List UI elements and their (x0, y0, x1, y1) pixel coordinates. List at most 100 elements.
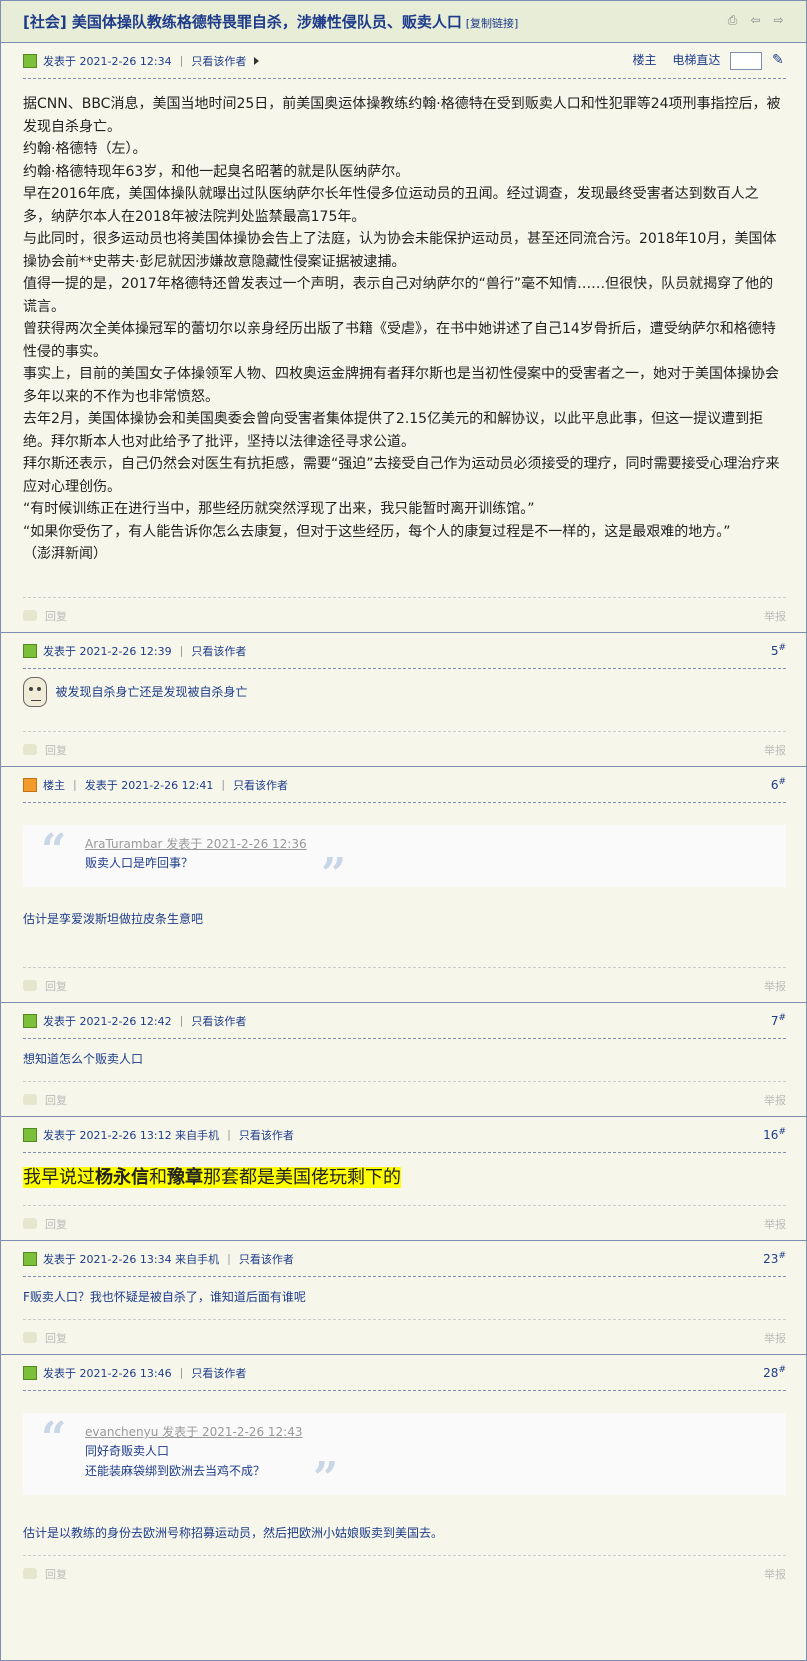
arrow-right-icon[interactable] (254, 56, 260, 65)
floor-number: 6# (770, 777, 786, 792)
reply-button[interactable]: 回复 (45, 742, 67, 758)
reply-button[interactable]: 回复 (45, 608, 67, 624)
prev-thread-icon[interactable]: ⇦ (748, 13, 763, 28)
floor-number: 5# (770, 643, 786, 658)
paragraph: 据CNN、BBC消息，美国当地时间25日，前美国奥运体操教练约翰·格德特在受到贩… (23, 96, 781, 135)
post-content: 据CNN、BBC消息，美国当地时间25日，前美国奥运体操教练约翰·格德特在受到贩… (23, 79, 786, 597)
online-status-icon (23, 1251, 37, 1266)
post-time: 发表于 2021-2-26 13:12 来自手机 (43, 1128, 220, 1142)
paragraph: 曾获得两次全美体操冠军的蕾切尔以亲身经历出版了书籍《受虐》，在书中她讲述了自己1… (23, 321, 776, 360)
post-time: 发表于 2021-2-26 13:34 来自手机 (43, 1252, 220, 1266)
post-time: 发表于 2021-2-26 12:41 (84, 778, 214, 792)
paragraph: 值得一提的是，2017年格德特还曾发表过一个声明，表示自己对纳萨尔的“兽行”毫不… (23, 276, 774, 315)
post-floor-5: 发表于 2021-2-26 12:39 | 只看该作者 5# 被发现自杀身亡还是… (1, 633, 806, 767)
post-header: 发表于 2021-2-26 13:34 来自手机 | 只看该作者 23# (23, 1241, 786, 1277)
floor-number: 7# (770, 1013, 786, 1028)
reply-text: F贩卖人口？我也怀疑是被自杀了，谁知道后面有谁呢 (23, 1290, 306, 1304)
paragraph: “有时候训练正在进行当中，那些经历就突然浮现了出来，我只能暂时离开训练馆。” (23, 501, 535, 517)
quote-author-link[interactable]: AraTurambar 发表于 2021-2-26 12:36 (85, 835, 766, 853)
floor-number: 16# (763, 1127, 786, 1142)
reply-icon (23, 610, 37, 621)
post-floor-23: 发表于 2021-2-26 13:34 来自手机 | 只看该作者 23# F贩卖… (1, 1241, 806, 1355)
report-button[interactable]: 举报 (764, 1216, 786, 1232)
online-status-icon (23, 643, 37, 658)
only-author-link[interactable]: 只看该作者 (191, 643, 246, 659)
avatar-smiley-icon (23, 677, 47, 707)
reply-icon (23, 1332, 37, 1343)
next-thread-icon[interactable]: ⇨ (771, 13, 786, 28)
reply-icon (23, 1218, 37, 1229)
post-content: 我早说过杨永信和豫章那套都是美国佬玩剩下的 (23, 1153, 786, 1205)
post-content: “ AraTurambar 发表于 2021-2-26 12:36 贩卖人口是咋… (23, 803, 786, 967)
reply-text: 想知道怎么个贩卖人口 (23, 1052, 144, 1066)
reply-icon (23, 744, 37, 755)
op-badge-icon (23, 777, 37, 792)
reply-button[interactable]: 回复 (45, 978, 67, 994)
paragraph: 早在2016年底，美国体操队就曝出过队医纳萨尔长年性侵多位运动员的丑闻。经过调查… (23, 186, 759, 225)
post-header: 发表于 2021-2-26 13:12 来自手机 | 只看该作者 16# (23, 1117, 786, 1153)
paragraph: （澎湃新闻） (23, 546, 107, 562)
thread-title-bar: [社会] 美国体操队教练格德特畏罪自杀，涉嫌性侵队员、贩卖人口 [复制链接] ⎙… (1, 1, 806, 43)
post-footer: 回复 举报 (23, 1319, 786, 1355)
only-author-link[interactable]: 只看该作者 (191, 1013, 246, 1029)
quote-block: “ evanchenyu 发表于 2021-2-26 12:43 同好奇贩卖人口… (23, 1413, 786, 1501)
post-footer: 回复 举报 (23, 1081, 786, 1117)
paragraph: 拜尔斯还表示，自己仍然会对医生有抗拒感，需要“强迫”去接受自己作为运动员必须接受… (23, 456, 780, 495)
post-footer: 回复 举报 (23, 731, 786, 767)
report-button[interactable]: 举报 (764, 978, 786, 994)
post-header: 发表于 2021-2-26 12:34 | 只看该作者 楼主 电梯直达 ✎ (23, 43, 786, 79)
post-time: 发表于 2021-2-26 12:42 (43, 1014, 172, 1028)
jump-floor-label: 电梯直达 (672, 53, 721, 68)
go-icon[interactable]: ✎ (772, 52, 786, 68)
floor-label: 楼主 电梯直达 ✎ (632, 51, 786, 70)
op-badge: 楼主 (43, 778, 65, 792)
quote-line: 还能装麻袋绑到欧洲去当鸡不成？ (85, 1464, 266, 1478)
online-status-icon (23, 53, 37, 68)
report-button[interactable]: 举报 (764, 1092, 786, 1108)
title-icons: ⎙ ⇦ ⇨ (725, 13, 786, 28)
reply-icon (23, 980, 37, 991)
report-button[interactable]: 举报 (764, 742, 786, 758)
reply-icon (23, 1568, 37, 1579)
quote-author-link[interactable]: evanchenyu 发表于 2021-2-26 12:43 (85, 1423, 766, 1441)
highlighted-text: 我早说过杨永信和豫章那套都是美国佬玩剩下的 (23, 1167, 401, 1188)
only-author-link[interactable]: 只看该作者 (239, 1251, 294, 1267)
paragraph: 约翰·格德特现年63岁，和他一起臭名昭著的就是队医纳萨尔。 (23, 163, 410, 180)
post-time: 发表于 2021-2-26 12:34 (43, 54, 172, 68)
post-content: 想知道怎么个贩卖人口 (23, 1039, 786, 1081)
post-floor-28: 发表于 2021-2-26 13:46 | 只看该作者 28# “ evanch… (1, 1355, 806, 1591)
copy-link-button[interactable]: [复制链接] (466, 17, 519, 30)
post-footer: 回复 举报 (23, 597, 786, 633)
reply-button[interactable]: 回复 (45, 1330, 67, 1346)
post-footer: 回复 举报 (23, 1555, 786, 1591)
report-button[interactable]: 举报 (764, 1330, 786, 1346)
report-button[interactable]: 举报 (764, 1566, 786, 1582)
print-icon[interactable]: ⎙ (725, 13, 740, 28)
online-status-icon (23, 1365, 37, 1380)
reply-button[interactable]: 回复 (45, 1566, 67, 1582)
reply-button[interactable]: 回复 (45, 1092, 67, 1108)
post-floor-7: 发表于 2021-2-26 12:42 | 只看该作者 7# 想知道怎么个贩卖人… (1, 1003, 806, 1117)
reply-button[interactable]: 回复 (45, 1216, 67, 1232)
quote-close-icon: ” (321, 849, 347, 900)
only-author-link[interactable]: 只看该作者 (191, 53, 246, 69)
post-header: 发表于 2021-2-26 12:39 | 只看该作者 5# (23, 633, 786, 669)
post-content: 被发现自杀身亡还是发现被自杀身亡 (23, 669, 786, 731)
only-author-link[interactable]: 只看该作者 (233, 777, 288, 793)
only-author-link[interactable]: 只看该作者 (239, 1127, 294, 1143)
quote-block: “ AraTurambar 发表于 2021-2-26 12:36 贩卖人口是咋… (23, 825, 786, 897)
post-time: 发表于 2021-2-26 12:39 (43, 644, 172, 658)
report-button[interactable]: 举报 (764, 608, 786, 624)
only-author-link[interactable]: 只看该作者 (191, 1365, 246, 1381)
quote-open-icon: “ (41, 825, 67, 876)
reply-text: 被发现自杀身亡还是发现被自杀身亡 (55, 685, 248, 699)
paragraph: “如果你受伤了，有人能告诉你怎么去康复，但对于这些经历，每个人的康复过程是不一样… (23, 523, 731, 540)
reply-text: 估计是以教练的身份去欧洲号称招募运动员，然后把欧洲小姑娘贩卖到美国去。 (23, 1526, 444, 1540)
quote-open-icon: “ (41, 1413, 67, 1464)
reply-text: 估计是孪爱泼斯坦做拉皮条生意吧 (23, 912, 204, 926)
jump-floor-input[interactable] (730, 51, 763, 70)
online-status-icon (23, 1013, 37, 1028)
forum-thread-page: [社会] 美国体操队教练格德特畏罪自杀，涉嫌性侵队员、贩卖人口 [复制链接] ⎙… (0, 0, 807, 1661)
paragraph: 约翰·格德特（左）。 (23, 141, 147, 157)
paragraph: 去年2月，美国体操协会和美国奥委会曾向受害者集体提供了2.15亿美元的和解协议，… (23, 411, 764, 450)
